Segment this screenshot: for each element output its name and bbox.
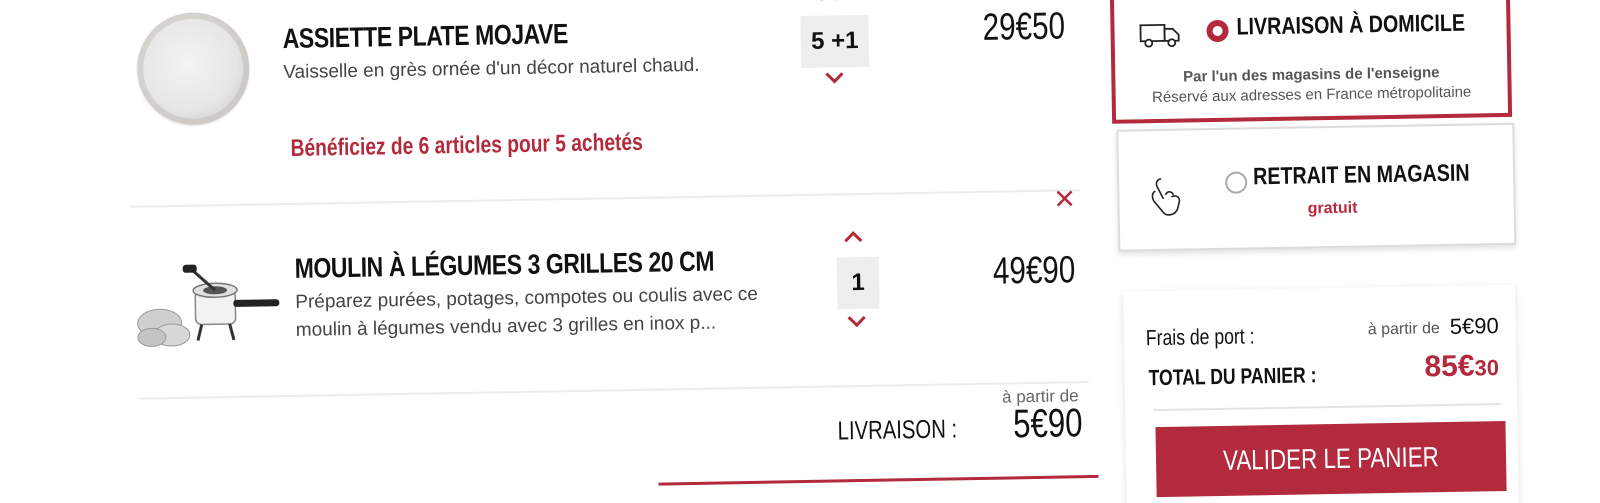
- truck-icon: [1138, 19, 1183, 50]
- accent-rule: [658, 474, 1099, 486]
- quantity-value[interactable]: 1: [836, 256, 880, 310]
- shipping-store-price: gratuit: [1307, 199, 1358, 218]
- cart-total-label: TOTAL DU PANIER :: [1148, 362, 1317, 391]
- cart-total-cents: 30: [1474, 355, 1500, 381]
- shipping-fee-label: Frais de port :: [1145, 323, 1255, 351]
- validate-cart-button[interactable]: VALIDER LE PANIER: [1155, 420, 1507, 498]
- shipping-home-radio[interactable]: [1206, 19, 1229, 43]
- product-name[interactable]: MOULIN À LÉGUMES 3 GRILLES 20 CM: [294, 246, 714, 285]
- shipping-store-radio[interactable]: [1225, 171, 1248, 194]
- delivery-label: LIVRAISON :: [837, 413, 958, 446]
- shipping-home-subtitle: Réservé aux adresses en France métropoli…: [1151, 83, 1472, 107]
- cart-summary: Frais de port : à partir de 5€90 TOTAL D…: [1123, 284, 1520, 503]
- quantity-increase-icon[interactable]: [818, 0, 840, 2]
- delivery-price: 5€90: [1012, 401, 1083, 447]
- checkout-panel: LIVRAISON À DOMICILE Par l'un des magasi…: [1100, 0, 1600, 503]
- quantity-value[interactable]: 5 +1: [800, 14, 870, 69]
- product-description-line2: moulin à légumes vendu avec 3 grilles en…: [295, 312, 717, 341]
- product-image-plate[interactable]: [136, 11, 251, 126]
- shipping-store-title: RETRAIT EN MAGASIN: [1252, 159, 1470, 191]
- item-divider: [129, 189, 1080, 208]
- product-description: Vaisselle en grès ornée d'un décor natur…: [283, 54, 700, 84]
- item-divider: [138, 381, 1089, 400]
- promo-message: Bénéficiez de 6 articles pour 5 achetés: [290, 128, 643, 162]
- product-image-mill[interactable]: [131, 259, 283, 352]
- product-price: 49€90: [992, 249, 1076, 293]
- cart-total-main: 85€: [1424, 349, 1475, 384]
- shipping-home-title: LIVRAISON À DOMICILE: [1236, 9, 1466, 41]
- cart-list: ASSIETTE PLATE MOJAVE Vaisselle en grès …: [0, 0, 1109, 503]
- remove-item-icon[interactable]: [1053, 187, 1075, 209]
- cart-total-value: 85€30: [1424, 349, 1499, 384]
- summary-divider: [1153, 403, 1502, 412]
- shipping-option-store[interactable]: RETRAIT EN MAGASIN gratuit: [1116, 122, 1517, 252]
- hand-click-icon: [1147, 175, 1184, 220]
- shipping-option-home[interactable]: LIVRAISON À DOMICILE Par l'un des magasi…: [1109, 0, 1513, 124]
- quantity-decrease-icon[interactable]: [846, 315, 868, 329]
- product-price: 29€50: [982, 5, 1066, 49]
- quantity-increase-icon[interactable]: [842, 229, 864, 243]
- quantity-decrease-icon[interactable]: [823, 71, 845, 85]
- product-name[interactable]: ASSIETTE PLATE MOJAVE: [282, 18, 568, 55]
- shipping-fee-from: à partir de: [1367, 320, 1440, 339]
- validate-cart-label: VALIDER LE PANIER: [1222, 441, 1440, 476]
- shipping-fee-value: 5€90: [1449, 313, 1499, 339]
